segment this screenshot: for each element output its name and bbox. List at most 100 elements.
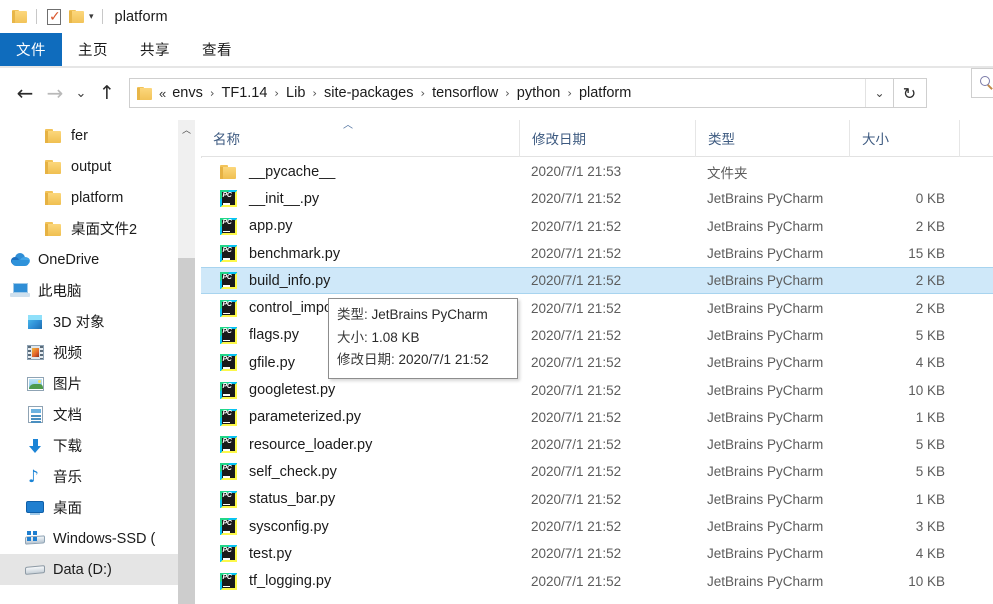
- table-row[interactable]: PC parameterized.py 2020/7/1 21:52 JetBrain…: [201, 404, 993, 431]
- properties-icon[interactable]: ✓: [43, 6, 65, 28]
- file-size-cell: 0 KB: [915, 191, 945, 207]
- table-row[interactable]: PC __init__.py 2020/7/1 21:52 JetBrains PyC…: [201, 185, 993, 212]
- customize-dropdown-icon[interactable]: ▾: [89, 12, 94, 21]
- table-row[interactable]: PC resource_loader.py 2020/7/1 21:52 JetBra…: [201, 431, 993, 458]
- table-row[interactable]: PC sysconfig.py 2020/7/1 21:52 JetBrains Py…: [201, 513, 993, 540]
- sidebar-item-fer[interactable]: fer: [0, 120, 178, 151]
- table-row[interactable]: PC googletest.py 2020/7/1 21:52 JetBrains P…: [201, 376, 993, 403]
- file-date-cell: 2020/7/1 21:52: [531, 246, 622, 262]
- folder-icon: [43, 157, 63, 177]
- folder-icon[interactable]: [8, 6, 30, 28]
- breadcrumb-item-site-packages[interactable]: site-packages: [324, 85, 413, 101]
- file-size-cell: 5 KB: [915, 327, 945, 343]
- chevron-right-icon[interactable]: ›: [312, 86, 317, 100]
- file-name-label: sysconfig.py: [249, 518, 329, 535]
- file-name-label: benchmark.py: [249, 245, 341, 262]
- chevron-right-icon[interactable]: ›: [210, 86, 215, 100]
- breadcrumb-item-platform[interactable]: platform: [579, 85, 631, 101]
- refresh-button[interactable]: ↻: [893, 78, 927, 108]
- table-row[interactable]: PC tf_logging.py 2020/7/1 21:52 JetBrains P…: [201, 567, 993, 594]
- sidebar-item-下载[interactable]: 下载: [0, 430, 178, 461]
- sidebar-item-windows-ssd[interactable]: Windows-SSD (: [0, 523, 178, 554]
- sidebar-item-3d-对象[interactable]: 3D 对象: [0, 306, 178, 337]
- sidebar-item-图片[interactable]: 图片: [0, 368, 178, 399]
- pycharm-file-icon: PC: [220, 436, 240, 454]
- table-row[interactable]: PC benchmark.py 2020/7/1 21:52 JetBrains Py…: [201, 240, 993, 267]
- pictures-icon: [25, 374, 45, 394]
- file-name-cell: PC build_info.py: [201, 272, 519, 290]
- chevron-down-icon[interactable]: ⌄: [865, 79, 893, 107]
- pycharm-file-icon: PC: [220, 245, 240, 263]
- table-row[interactable]: PC gfile.py 2020/7/1 21:52 JetBrains PyChar…: [201, 349, 993, 376]
- file-date-cell: 2020/7/1 21:52: [531, 355, 622, 371]
- table-row[interactable]: __pycache__ 2020/7/1 21:53 文件夹: [201, 158, 993, 185]
- ribbon-tab-bar: 文件 主页 共享 查看: [0, 33, 993, 66]
- column-header-type[interactable]: 类型: [695, 119, 849, 157]
- sidebar-item-文档[interactable]: 文档: [0, 399, 178, 430]
- sidebar-item-音乐[interactable]: ♪ 音乐: [0, 461, 178, 492]
- breadcrumb-item-tf114[interactable]: TF1.14: [221, 85, 267, 101]
- file-type-cell: JetBrains PyCharm: [707, 218, 824, 234]
- file-type-cell: 文件夹: [707, 165, 748, 181]
- breadcrumb-bar[interactable]: « envs › TF1.14 › Lib › site-packages › …: [129, 78, 894, 108]
- tab-file[interactable]: 文件: [0, 33, 62, 66]
- file-list[interactable]: __pycache__ 2020/7/1 21:53 文件夹 PC __init__.p…: [201, 158, 993, 604]
- chevron-right-icon[interactable]: ›: [505, 86, 510, 100]
- file-list-header: ︿ 名称 修改日期 类型 大小: [201, 119, 993, 157]
- file-date-cell: 2020/7/1 21:52: [531, 573, 622, 589]
- breadcrumb-item-tensorflow[interactable]: tensorflow: [432, 85, 498, 101]
- sidebar-item-label: 桌面文件2: [71, 222, 138, 238]
- search-input[interactable]: [971, 68, 993, 98]
- column-header-type-label: 类型: [708, 132, 735, 147]
- scroll-up-icon[interactable]: ︿: [178, 120, 195, 138]
- table-row[interactable]: PC flags.py 2020/7/1 21:52 JetBrains PyChar…: [201, 322, 993, 349]
- file-name-label: __init__.py: [249, 190, 320, 207]
- search-icon: [980, 75, 993, 91]
- scrollbar-thumb[interactable]: [178, 258, 195, 604]
- breadcrumb-overflow-icon[interactable]: «: [159, 86, 166, 101]
- pycharm-file-icon: PC: [220, 299, 240, 317]
- file-size-cell: 2 KB: [915, 218, 945, 234]
- drive-icon: [25, 560, 45, 580]
- navigation-pane-scrollbar[interactable]: ︿: [178, 120, 195, 604]
- chevron-right-icon[interactable]: ›: [567, 86, 572, 100]
- file-name-cell: PC benchmark.py: [201, 245, 519, 263]
- chevron-right-icon[interactable]: ›: [420, 86, 425, 100]
- new-folder-icon[interactable]: [65, 6, 87, 28]
- tooltip-line: 类型: JetBrains PyCharm: [337, 304, 509, 327]
- back-button[interactable]: ←: [10, 78, 40, 108]
- sidebar-item-桌面文件2[interactable]: 桌面文件2: [0, 213, 178, 244]
- table-row[interactable]: PC self_check.py 2020/7/1 21:52 JetBrains P…: [201, 458, 993, 485]
- column-header-date[interactable]: 修改日期: [519, 119, 695, 157]
- table-row[interactable]: PC app.py 2020/7/1 21:52 JetBrains PyCharm 2…: [201, 213, 993, 240]
- forward-button[interactable]: →: [40, 78, 70, 108]
- up-button[interactable]: ↑: [92, 78, 122, 108]
- file-date-cell: 2020/7/1 21:52: [531, 491, 622, 507]
- windows-ssd-icon: [25, 529, 45, 549]
- breadcrumb-item-python[interactable]: python: [517, 85, 561, 101]
- table-row[interactable]: PC build_info.py 2020/7/1 21:52 JetBrains P…: [201, 267, 993, 295]
- table-row[interactable]: PC control_imports.py 2020/7/1 21:52 JetBra…: [201, 294, 993, 321]
- file-type-cell: JetBrains PyCharm: [707, 327, 824, 343]
- tab-share[interactable]: 共享: [124, 33, 186, 66]
- table-row[interactable]: PC status_bar.py 2020/7/1 21:52 JetBrains P…: [201, 486, 993, 513]
- sidebar-item-platform[interactable]: platform: [0, 182, 178, 213]
- file-size-cell: 1 KB: [915, 491, 945, 507]
- sidebar-item-此电脑[interactable]: 此电脑: [0, 275, 178, 306]
- file-name-label: resource_loader.py: [249, 436, 373, 453]
- sidebar-item-桌面[interactable]: 桌面: [0, 492, 178, 523]
- sidebar-item-data-d[interactable]: Data (D:): [0, 554, 178, 585]
- breadcrumb-item-envs[interactable]: envs: [172, 85, 203, 101]
- sidebar-item-onedrive[interactable]: OneDrive: [0, 244, 178, 275]
- tab-home[interactable]: 主页: [62, 33, 124, 66]
- file-type-cell: JetBrains PyCharm: [707, 246, 824, 262]
- table-row[interactable]: PC test.py 2020/7/1 21:52 JetBrains PyCharm…: [201, 540, 993, 567]
- chevron-right-icon[interactable]: ›: [274, 86, 279, 100]
- column-header-size[interactable]: 大小: [849, 119, 959, 157]
- tab-view[interactable]: 查看: [186, 33, 248, 66]
- sidebar-item-视频[interactable]: 视频: [0, 337, 178, 368]
- sidebar-item-output[interactable]: output: [0, 151, 178, 182]
- column-header-name[interactable]: ︿ 名称: [201, 120, 519, 157]
- breadcrumb-item-lib[interactable]: Lib: [286, 85, 305, 101]
- recent-locations-button[interactable]: ⌄: [70, 78, 92, 108]
